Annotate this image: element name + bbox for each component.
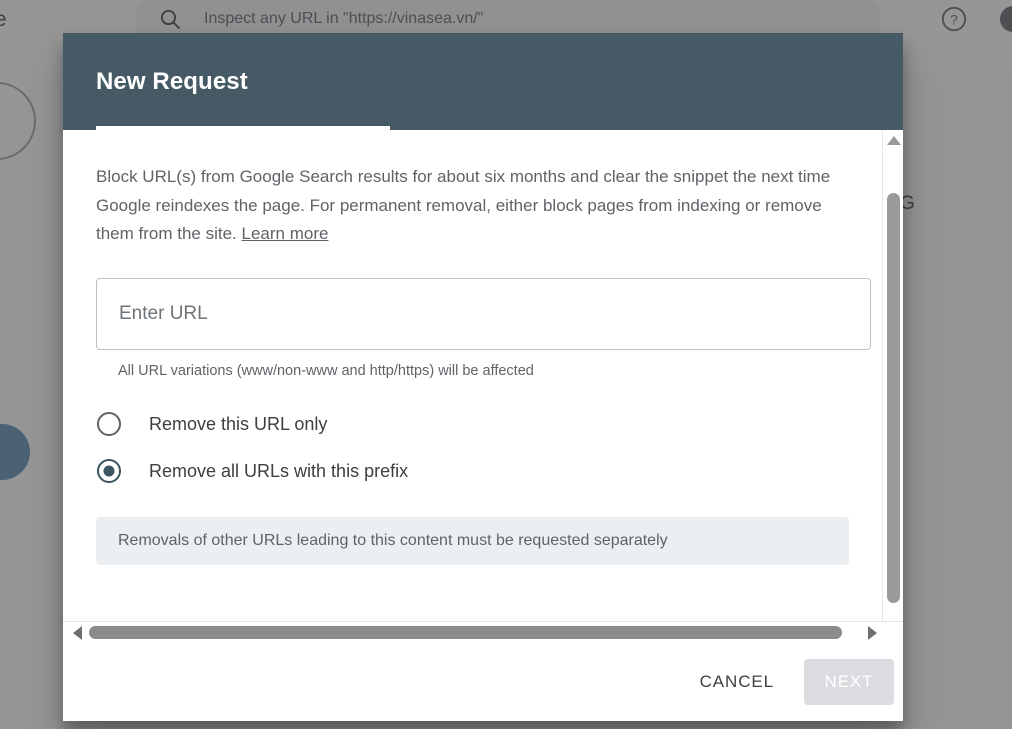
radio-circle-icon xyxy=(97,412,121,436)
url-input[interactable] xyxy=(97,278,870,349)
removal-scope-radio-group: Remove this URL only Remove all URLs wit… xyxy=(96,401,870,495)
radio-label: Remove all URLs with this prefix xyxy=(149,460,409,481)
radio-option-remove-all-urls-with-prefix[interactable]: Remove all URLs with this prefix xyxy=(96,448,870,495)
cancel-button[interactable]: CANCEL xyxy=(684,662,790,702)
scroll-left-button[interactable] xyxy=(68,622,86,643)
radio-label: Remove this URL only xyxy=(149,413,328,434)
horizontal-scrollbar-thumb[interactable] xyxy=(89,626,842,639)
url-helper-text: All URL variations (www/non-www and http… xyxy=(118,362,534,379)
triangle-up-icon xyxy=(886,135,901,145)
dialog-description: Block URL(s) from Google Search results … xyxy=(96,163,856,249)
horizontal-scrollbar[interactable] xyxy=(63,621,903,643)
scroll-up-button[interactable] xyxy=(883,132,903,148)
dialog-body: Block URL(s) from Google Search results … xyxy=(63,130,903,721)
info-note-box: Removals of other URLs leading to this c… xyxy=(96,516,849,565)
dialog-header: New Request xyxy=(63,33,903,130)
triangle-left-icon xyxy=(72,626,82,640)
dialog-description-text: Block URL(s) from Google Search results … xyxy=(96,167,831,243)
learn-more-link[interactable]: Learn more xyxy=(242,224,329,243)
dialog-content: Block URL(s) from Google Search results … xyxy=(63,130,903,643)
dialog-footer: CANCEL NEXT xyxy=(63,643,903,721)
vertical-scrollbar[interactable] xyxy=(882,130,903,643)
screen: G nsole Inspect any URL in "https://vina… xyxy=(0,0,1012,729)
scroll-right-button[interactable] xyxy=(863,622,881,643)
info-note-text: Removals of other URLs leading to this c… xyxy=(118,531,668,549)
radio-option-remove-this-url-only[interactable]: Remove this URL only xyxy=(96,401,870,448)
vertical-scrollbar-thumb[interactable] xyxy=(887,193,900,603)
url-input-container[interactable] xyxy=(96,277,871,350)
new-request-dialog: New Request Block URL(s) from Google Sea… xyxy=(63,33,903,721)
dialog-title: New Request xyxy=(96,68,248,95)
radio-circle-selected-icon xyxy=(97,459,121,483)
next-button[interactable]: NEXT xyxy=(804,659,894,705)
triangle-right-icon xyxy=(867,626,877,640)
